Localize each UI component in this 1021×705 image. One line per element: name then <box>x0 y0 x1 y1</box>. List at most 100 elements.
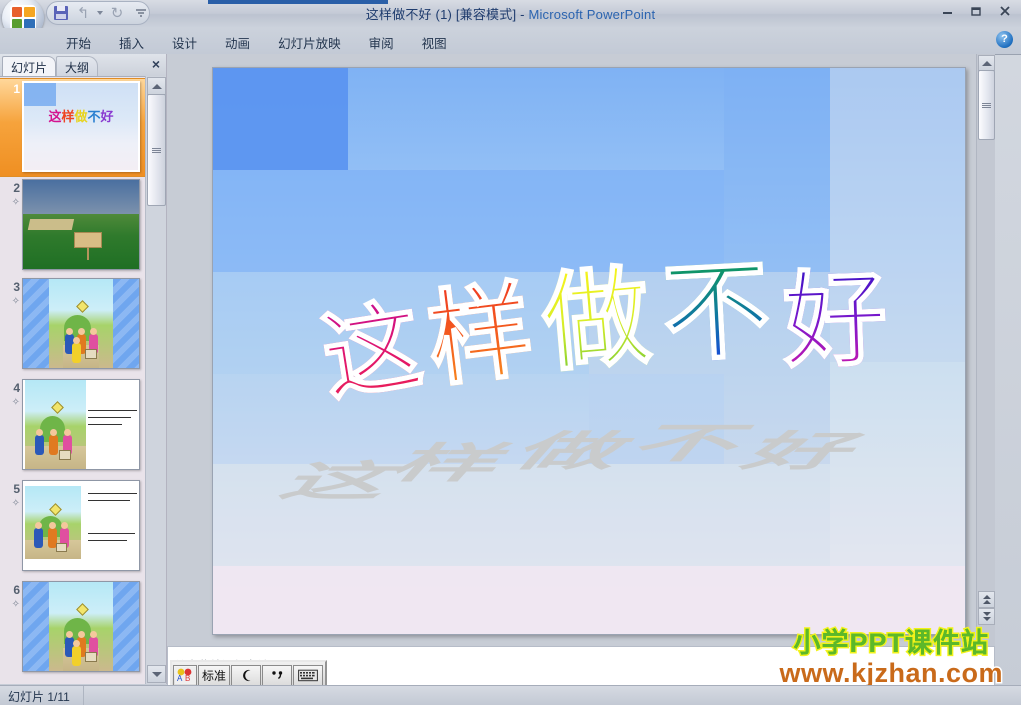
slide-thumbnail-4[interactable]: 4 ✧ <box>0 377 146 474</box>
tab-slideshow[interactable]: 幻灯片放映 <box>264 31 355 56</box>
slide-background <box>23 180 139 269</box>
window-title-separator: - <box>516 7 529 22</box>
close-panel-icon[interactable]: × <box>152 56 160 72</box>
slide-preview <box>22 480 140 571</box>
text-line <box>87 539 127 541</box>
double-arrow-up-icon <box>982 600 991 604</box>
text-line <box>87 424 123 426</box>
tab-slides[interactable]: 幻灯片 <box>2 56 57 76</box>
wordart-char-5: 好 <box>780 256 890 384</box>
animation-star-icon: ✧ <box>11 498 20 509</box>
scroll-down-button[interactable] <box>147 665 166 683</box>
next-slide-button[interactable] <box>978 608 995 625</box>
text-lines <box>87 410 137 431</box>
wordart-title[interactable]: 这 样 做 不 好 这 样 做 不 好 <box>213 68 965 634</box>
child-figure <box>34 428 44 455</box>
kite-icon <box>76 603 90 616</box>
slides-panel-scrollbar[interactable] <box>145 76 166 684</box>
animation-star-icon: ✧ <box>11 599 20 610</box>
undo-arrow-icon: ↰ <box>76 4 90 22</box>
double-arrow-down-icon <box>982 617 991 621</box>
scroll-up-button[interactable] <box>978 55 995 71</box>
tab-outline[interactable]: 大纲 <box>56 56 99 76</box>
slide-number: 5 <box>13 482 20 496</box>
undo-button[interactable]: ↰ <box>73 4 93 23</box>
help-icon[interactable]: ? <box>996 31 1013 48</box>
customize-qat-button[interactable] <box>134 6 148 24</box>
redo-button[interactable]: ↻ <box>107 4 127 23</box>
window-controls <box>937 2 1015 20</box>
signboard-icon <box>56 543 68 552</box>
powerpoint-window: 这样做不好 (1) [兼容模式] - Microsoft PowerPoint <box>0 0 1021 705</box>
floppy-disk-icon <box>54 6 68 20</box>
tab-view[interactable]: 视图 <box>408 31 461 56</box>
slide-preview <box>22 278 140 369</box>
child-figure <box>34 521 44 548</box>
slides-panel-tabs: 幻灯片 大纲 × <box>0 54 166 77</box>
sky <box>23 180 139 216</box>
right-stripe <box>113 582 139 671</box>
slide-thumbnail-5[interactable]: 5 ✧ <box>0 478 146 575</box>
wordart-shadow: 好 <box>729 426 878 476</box>
double-arrow-up-icon <box>982 595 991 599</box>
scrollbar-thumb[interactable] <box>147 94 166 206</box>
restore-button[interactable] <box>966 2 986 20</box>
wordart-char-3: 做 <box>537 254 656 389</box>
grip-icon <box>152 147 161 153</box>
ime-logo-icon[interactable]: A B <box>173 664 197 686</box>
slide-title-text: 这样做不好 <box>48 109 114 125</box>
tab-animations[interactable]: 动画 <box>211 31 264 56</box>
slide-preview <box>22 581 140 672</box>
kite-icon <box>49 503 62 517</box>
child-figure <box>71 336 81 363</box>
dirt-patch <box>27 219 75 230</box>
tab-insert[interactable]: 插入 <box>105 31 158 56</box>
save-button[interactable] <box>51 4 71 23</box>
slide-thumbnail-1[interactable]: 1 这样做不好 <box>0 78 146 177</box>
signboard-icon <box>84 349 98 360</box>
slide-number: 4 <box>13 381 20 395</box>
undo-dropdown[interactable] <box>95 4 105 23</box>
text-lines <box>87 532 137 547</box>
wordart-char-1: 这 <box>314 287 431 417</box>
tab-design[interactable]: 设计 <box>158 31 211 56</box>
slide-thumbnail-6[interactable]: 6 ✧ <box>0 579 146 676</box>
slide-preview: 这样做不好 <box>22 81 140 172</box>
ime-mode-button[interactable]: 标准 <box>198 664 231 686</box>
triangle-down-icon <box>151 671 162 677</box>
animation-star-icon: ✧ <box>11 296 20 307</box>
wordart-shadow: 样 <box>377 438 526 488</box>
close-button[interactable] <box>995 2 1015 20</box>
signboard-icon <box>58 450 71 461</box>
ime-soft-keyboard-button[interactable] <box>293 664 324 686</box>
slide-area-scrollbar[interactable] <box>976 54 995 646</box>
text-line <box>87 500 130 502</box>
kite-icon <box>76 300 90 313</box>
signboard-icon <box>84 652 98 663</box>
child-figure <box>71 639 81 666</box>
text-line <box>87 493 137 495</box>
scrollbar-thumb[interactable] <box>978 70 995 140</box>
tab-home[interactable]: 开始 <box>52 31 105 56</box>
background-block <box>24 83 56 106</box>
previous-slide-button[interactable] <box>978 591 995 608</box>
slide-counter: 幻灯片 1/11 <box>0 686 84 705</box>
slide-thumbnail-2[interactable]: 2 ✧ <box>0 177 146 274</box>
animation-star-icon: ✧ <box>11 397 20 408</box>
minimize-button[interactable] <box>937 2 957 20</box>
ime-punctuation-button[interactable] <box>262 664 293 686</box>
ime-shape-button[interactable] <box>231 664 262 686</box>
slide-number: 1 <box>13 82 20 96</box>
ime-logo-glyph: A B <box>174 666 196 684</box>
illustration <box>25 486 81 560</box>
slide-number: 2 <box>13 181 20 195</box>
tab-review[interactable]: 审阅 <box>355 31 408 56</box>
scroll-up-button[interactable] <box>147 77 166 95</box>
left-stripe <box>23 582 49 671</box>
right-stripe <box>113 279 139 368</box>
redo-arrow-icon: ↻ <box>110 4 124 22</box>
slide-thumbnail-3[interactable]: 3 ✧ <box>0 276 146 373</box>
slide-background <box>23 582 139 671</box>
triangle-up-icon <box>981 60 992 66</box>
current-slide[interactable]: 这 样 做 不 好 这 样 做 不 好 <box>212 67 966 635</box>
